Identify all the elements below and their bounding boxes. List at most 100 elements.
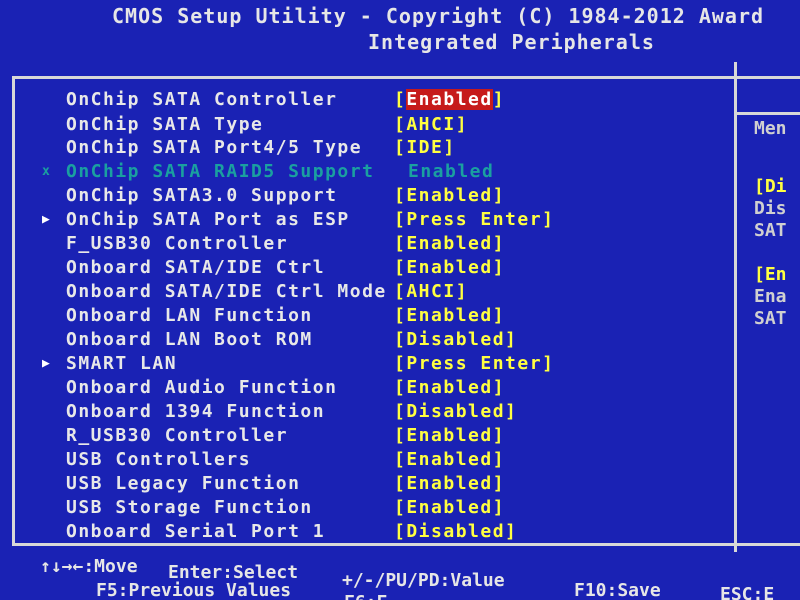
- key-escape: ESC:E: [720, 584, 775, 600]
- setting-value[interactable]: [Enabled]: [394, 448, 505, 471]
- setting-label: USB Legacy Function: [66, 473, 301, 494]
- setting-row[interactable]: ▶ SMART LAN [Press Enter]: [0, 352, 734, 375]
- item-help-panel: Men [Di Dis SAT [En Ena SAT: [754, 118, 800, 330]
- setting-row[interactable]: USB Storage Function [Enabled]: [0, 496, 734, 519]
- bracket-close: ]: [542, 353, 555, 374]
- setting-value[interactable]: [Enabled]: [394, 88, 505, 111]
- setting-row[interactable]: OnChip SATA Port4/5 Type [IDE]: [0, 136, 734, 159]
- setting-row[interactable]: USB Controllers [Enabled]: [0, 448, 734, 471]
- setting-value-text: IDE: [406, 137, 444, 158]
- setting-value[interactable]: [Enabled]: [394, 304, 505, 327]
- utility-title: CMOS Setup Utility - Copyright (C) 1984-…: [112, 4, 765, 28]
- setting-value[interactable]: [Enabled]: [394, 424, 505, 447]
- setting-value-text: Enabled: [406, 377, 493, 398]
- setting-label: OnChip SATA Port4/5 Type: [66, 137, 363, 158]
- key-help-bar: ↑↓→←:Move Enter:Select +/-/PU/PD:Value F…: [0, 552, 800, 600]
- setting-value-text: Disabled: [406, 329, 506, 350]
- setting-value[interactable]: [AHCI]: [394, 113, 468, 136]
- key-value: +/-/PU/PD:Value: [342, 570, 505, 591]
- help-text-2: SAT: [754, 220, 787, 241]
- bracket-open: [: [394, 377, 407, 398]
- setting-value[interactable]: [IDE]: [394, 136, 456, 159]
- setting-row[interactable]: OnChip SATA Type [AHCI]: [0, 113, 734, 136]
- setting-row[interactable]: Onboard Audio Function [Enabled]: [0, 376, 734, 399]
- setting-value[interactable]: [Enabled]: [394, 256, 505, 279]
- setting-value-text: Enabled: [406, 89, 493, 110]
- setting-value[interactable]: [Enabled]: [394, 376, 505, 399]
- setting-label: OnChip SATA Port as ESP: [66, 209, 350, 230]
- bracket-open: [: [394, 233, 407, 254]
- setting-row[interactable]: R_USB30 Controller [Enabled]: [0, 424, 734, 447]
- help-text-3: Ena: [754, 286, 787, 307]
- setting-label: USB Controllers: [66, 449, 252, 470]
- setting-value[interactable]: [Press Enter]: [394, 208, 554, 231]
- setting-label: Onboard 1394 Function: [66, 401, 326, 422]
- bracket-open: [: [394, 353, 407, 374]
- help-option-2: [En: [754, 264, 787, 285]
- bracket-open: [: [394, 281, 407, 302]
- setting-label: SMART LAN: [66, 353, 178, 374]
- bracket-close: ]: [492, 185, 506, 206]
- setting-value-text: Enabled: [406, 185, 493, 206]
- setting-value[interactable]: [Disabled]: [394, 328, 517, 351]
- setting-label: Onboard Audio Function: [66, 377, 338, 398]
- setting-row[interactable]: Onboard LAN Boot ROM [Disabled]: [0, 328, 734, 351]
- setting-row[interactable]: Onboard SATA/IDE Ctrl Mode [AHCI]: [0, 280, 734, 303]
- bracket-close: ]: [505, 329, 518, 350]
- bracket-open: [: [394, 257, 407, 278]
- setting-value[interactable]: [Enabled]: [394, 232, 505, 255]
- bracket-close: ]: [492, 89, 506, 110]
- bracket-close: ]: [492, 257, 506, 278]
- setting-row[interactable]: F_USB30 Controller [Enabled]: [0, 232, 734, 255]
- bracket-open: [: [394, 185, 407, 206]
- bracket-close: ]: [455, 281, 469, 302]
- setting-label: Onboard LAN Boot ROM: [66, 329, 313, 350]
- setting-value-text: Enabled: [406, 425, 493, 446]
- setting-value[interactable]: [Disabled]: [394, 400, 517, 423]
- bracket-close: ]: [492, 305, 506, 326]
- submenu-arrow-icon: ▶: [42, 212, 50, 227]
- bracket-close: ]: [505, 521, 518, 542]
- help-divider: [734, 62, 737, 552]
- setting-value-text: Disabled: [406, 401, 506, 422]
- setting-value[interactable]: [AHCI]: [394, 280, 468, 303]
- setting-label: Onboard Serial Port 1: [66, 521, 326, 542]
- bracket-open: [: [394, 209, 407, 230]
- bracket-open: [: [394, 329, 407, 350]
- setting-label: Onboard SATA/IDE Ctrl Mode: [66, 281, 387, 302]
- help-separator: [736, 112, 800, 115]
- setting-value[interactable]: [Disabled]: [394, 520, 517, 543]
- setting-value[interactable]: [Enabled]: [394, 184, 505, 207]
- setting-value[interactable]: [Enabled]: [394, 496, 505, 519]
- key-previous-values: F5:Previous Values: [96, 580, 292, 600]
- setting-row[interactable]: Onboard SATA/IDE Ctrl [Enabled]: [0, 256, 734, 279]
- title-bar: CMOS Setup Utility - Copyright (C) 1984-…: [0, 0, 800, 62]
- setting-row[interactable]: OnChip SATA3.0 Support [Enabled]: [0, 184, 734, 207]
- unavailable-x-icon: x: [42, 164, 50, 179]
- setting-row[interactable]: Onboard LAN Function [Enabled]: [0, 304, 734, 327]
- setting-value-text: Press Enter: [406, 209, 543, 230]
- setting-value-text: Enabled: [406, 473, 493, 494]
- setting-row[interactable]: USB Legacy Function [Enabled]: [0, 472, 734, 495]
- setting-value[interactable]: [Press Enter]: [394, 352, 554, 375]
- setting-label: Onboard SATA/IDE Ctrl: [66, 257, 326, 278]
- setting-value-text: Enabled: [406, 257, 493, 278]
- bios-screen: CMOS Setup Utility - Copyright (C) 1984-…: [0, 0, 800, 600]
- bracket-open: [: [394, 521, 407, 542]
- setting-row[interactable]: OnChip SATA Controller [Enabled]: [0, 88, 734, 111]
- bracket-open: [: [394, 89, 407, 110]
- setting-label: Onboard LAN Function: [66, 305, 313, 326]
- bracket-close: ]: [542, 209, 555, 230]
- setting-value-text: Enabled: [408, 161, 495, 182]
- setting-row[interactable]: Onboard Serial Port 1 [Disabled]: [0, 520, 734, 543]
- page-title: Integrated Peripherals: [368, 30, 655, 54]
- setting-row[interactable]: ▶ OnChip SATA Port as ESP [Press Enter]: [0, 208, 734, 231]
- bracket-open: [: [394, 305, 407, 326]
- setting-row[interactable]: Onboard 1394 Function [Disabled]: [0, 400, 734, 423]
- help-menu-level: Men: [754, 118, 787, 139]
- setting-value[interactable]: [Enabled]: [394, 472, 505, 495]
- setting-row: x OnChip SATA RAID5 Support Enabled: [0, 160, 734, 183]
- bracket-close: ]: [492, 233, 506, 254]
- submenu-arrow-icon: ▶: [42, 356, 50, 371]
- setting-label: R_USB30 Controller: [66, 425, 289, 446]
